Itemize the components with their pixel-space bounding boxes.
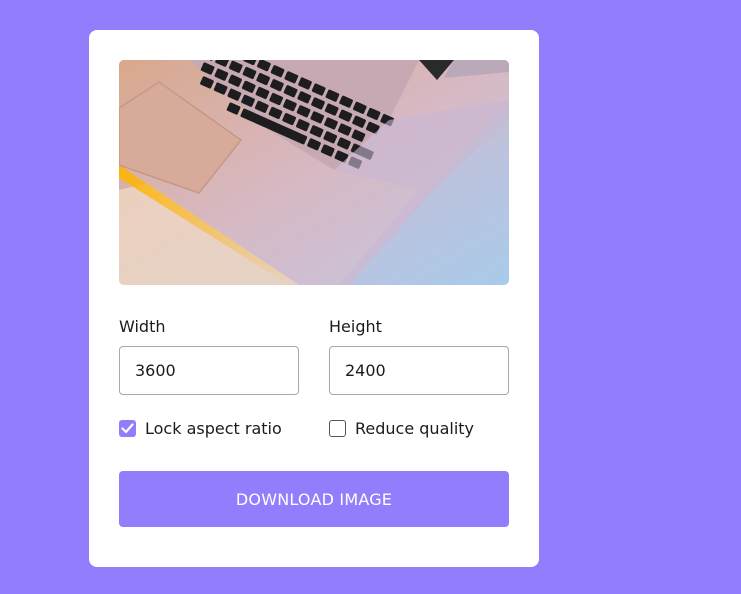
reduce-quality-checkbox[interactable]: [329, 419, 346, 437]
image-preview: [119, 60, 509, 285]
laptop-photo-image: [119, 60, 509, 285]
height-input[interactable]: [329, 346, 509, 395]
height-field: Height: [329, 316, 509, 395]
reduce-quality-option[interactable]: Reduce quality: [329, 418, 474, 438]
lock-aspect-ratio-label: Lock aspect ratio: [145, 418, 282, 438]
width-input[interactable]: [119, 346, 299, 395]
lock-aspect-ratio-option[interactable]: Lock aspect ratio: [119, 418, 282, 438]
width-label: Width: [119, 317, 166, 336]
image-resizer-card: Width Height Lock aspect ratio Reduce qu…: [89, 30, 539, 567]
checkmark-icon: [121, 422, 134, 433]
lock-aspect-ratio-checkbox[interactable]: [119, 419, 136, 437]
download-image-button[interactable]: DOWNLOAD IMAGE: [119, 471, 509, 527]
reduce-quality-label: Reduce quality: [355, 418, 474, 438]
height-label: Height: [329, 317, 382, 336]
width-field: Width: [119, 316, 299, 395]
